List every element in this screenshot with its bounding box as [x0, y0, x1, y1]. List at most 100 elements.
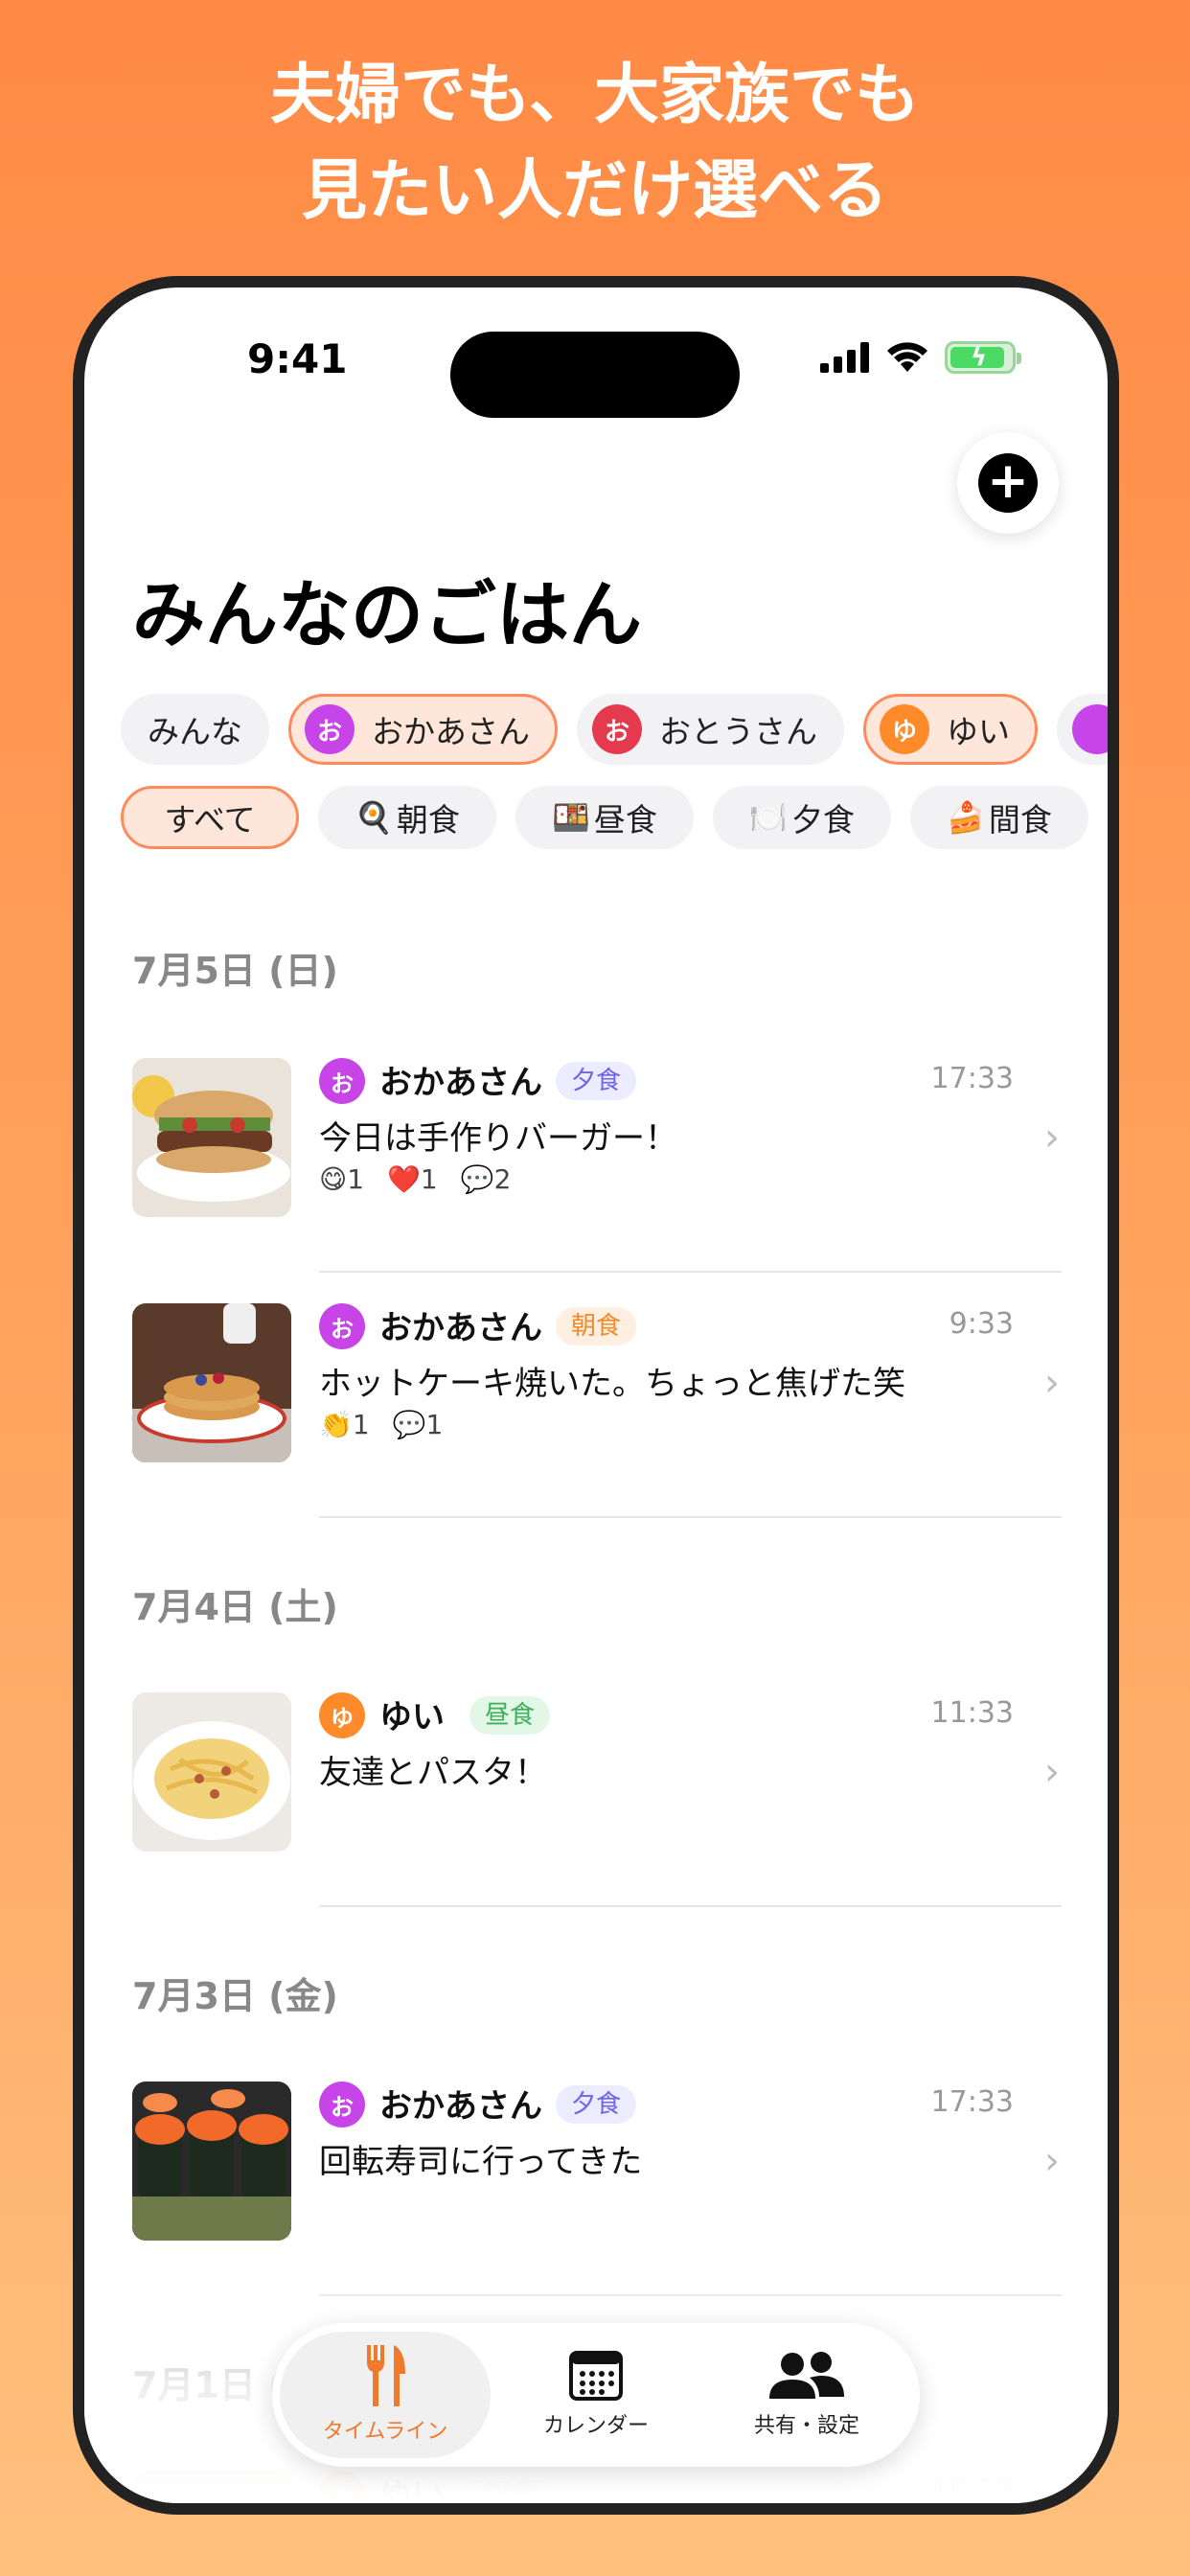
divider [319, 2294, 1062, 2296]
chip-label: みんな [148, 713, 242, 750]
post-text: 今日は手作りバーガー！ [319, 1119, 677, 1158]
timeline-post[interactable]: ゆ ゆい 間食 16:33 [132, 2471, 1062, 2503]
avatar [1072, 704, 1108, 754]
headline-line-2: 見たい人だけ選べる [301, 153, 888, 229]
filter-chip-more[interactable] [1057, 694, 1108, 765]
date-header: 7月1日 ( [132, 2364, 286, 2406]
add-post-button[interactable]: + [957, 432, 1059, 534]
avatar: ゆ [880, 704, 929, 754]
tab-share-settings[interactable]: 共有・設定 [701, 2332, 912, 2458]
post-author: ゆい [379, 1698, 445, 1736]
meal-badge: 昼食 [469, 1696, 551, 1735]
people-filter: みんな お おかあさん お おとうさん ゆ ゆい [121, 694, 1108, 765]
chip-label: 夕食 [790, 801, 855, 839]
tab-label: 共有・設定 [753, 2414, 859, 2438]
wifi-icon [887, 342, 927, 372]
divider [319, 1905, 1062, 1907]
post-text: 回転寿司に行ってきた [319, 2143, 643, 2181]
cellular-signal-icon [820, 342, 869, 373]
bento-icon: 🍱 [552, 799, 590, 836]
divider [319, 1271, 1062, 1273]
post-author: ゆい [379, 2476, 445, 2503]
timeline-post[interactable]: お おかあさん 朝食 9:33 ホットケーキ焼いた。ちょっと焦げた笑 👏1 💬1… [132, 1303, 1062, 1462]
fork-knife-icon [367, 2345, 405, 2406]
meal-chip-lunch[interactable]: 🍱 昼食 [515, 786, 694, 849]
meal-filter: すべて 🍳 朝食 🍱 昼食 🍽️ 夕食 🍰 間食 [121, 786, 1088, 849]
tab-label: カレンダー [542, 2414, 649, 2438]
timeline-post[interactable]: お おかあさん 夕食 17:33 回転寿司に行ってきた › [132, 2082, 1062, 2241]
chip-label: おかあさん [372, 713, 530, 750]
post-author: おかあさん [379, 1309, 542, 1347]
cake-icon: 🍰 [947, 799, 985, 836]
sushi-photo [132, 2082, 291, 2241]
chip-label: すべて [164, 801, 256, 839]
reactions: 😋1 ❤️1 💬2 [319, 1163, 511, 1195]
meal-chip-all[interactable]: すべて [121, 786, 299, 849]
avatar: ゆ [319, 2471, 365, 2503]
chip-label: ゆい [947, 713, 1010, 750]
chevron-right-icon: › [1044, 1750, 1060, 1794]
meal-chip-snack[interactable]: 🍰 間食 [910, 786, 1088, 849]
post-text: 友達とパスタ！ [319, 1754, 547, 1792]
post-time: 11:33 [930, 1696, 1014, 1730]
reaction-comment[interactable]: 💬2 [461, 1163, 512, 1195]
status-icons: ϟ [820, 341, 1021, 374]
tab-label: タイムライン [322, 2420, 448, 2444]
post-time: 16:33 [930, 2474, 1014, 2503]
filter-chip-yui[interactable]: ゆ ゆい [863, 694, 1038, 765]
divider [319, 1516, 1062, 1518]
burger-photo [132, 1058, 291, 1217]
page-title: みんなのごはん [132, 572, 642, 657]
snack-photo [132, 2471, 291, 2503]
chevron-right-icon: › [1044, 1361, 1060, 1405]
reaction-clap[interactable]: 👏1 [319, 1409, 370, 1440]
date-header: 7月3日 (金) [132, 1975, 338, 2017]
headline-line-1: 夫婦でも、大家族でも [270, 58, 920, 133]
tab-timeline[interactable]: タイムライン [280, 2332, 491, 2458]
post-time: 17:33 [930, 1062, 1014, 1095]
battery-charging-icon: ϟ [945, 341, 1021, 374]
reaction-heart[interactable]: ❤️1 [387, 1163, 438, 1195]
pancake-photo [132, 1303, 291, 1462]
filter-chip-everyone[interactable]: みんな [121, 694, 269, 765]
avatar: お [319, 1058, 365, 1104]
post-time: 17:33 [930, 2085, 1014, 2119]
avatar: お [592, 704, 642, 754]
filter-chip-mother[interactable]: お おかあさん [288, 694, 558, 765]
timeline-post[interactable]: ゆ ゆい 昼食 11:33 友達とパスタ！ › [132, 1692, 1062, 1852]
promo-headline: 夫婦でも、大家族でも 見たい人だけ選べる [0, 48, 1190, 240]
frying-pan-icon: 🍳 [355, 799, 393, 836]
reaction-yum[interactable]: 😋1 [319, 1163, 364, 1195]
phone-frame: 9:41 ϟ + みんなのごはん みんな お おかあさん お おとうさん ゆ ゆ… [73, 276, 1119, 2515]
chevron-right-icon: › [1044, 2139, 1060, 2183]
date-header: 7月4日 (土) [132, 1586, 338, 1628]
avatar: お [319, 2082, 365, 2128]
meal-badge: 間食 [469, 2474, 551, 2503]
meal-chip-breakfast[interactable]: 🍳 朝食 [318, 786, 496, 849]
meal-chip-dinner[interactable]: 🍽️ 夕食 [713, 786, 891, 849]
chip-label: 昼食 [593, 801, 657, 839]
post-author: おかあさん [379, 2087, 542, 2126]
avatar: お [305, 704, 355, 754]
app-screen: 9:41 ϟ + みんなのごはん みんな お おかあさん お おとうさん ゆ ゆ… [84, 288, 1108, 2503]
calendar-icon [569, 2351, 623, 2401]
filter-chip-father[interactable]: お おとうさん [577, 694, 844, 765]
reactions: 👏1 💬1 [319, 1409, 443, 1440]
dynamic-island [450, 332, 740, 418]
avatar: お [319, 1303, 365, 1349]
pasta-photo [132, 1692, 291, 1852]
plus-icon: + [978, 453, 1038, 513]
post-author: おかあさん [379, 1064, 542, 1102]
meal-badge: 夕食 [556, 1062, 637, 1100]
chip-label: 朝食 [396, 801, 460, 839]
plate-icon: 🍽️ [749, 799, 788, 836]
avatar: ゆ [319, 1692, 365, 1738]
tab-calendar[interactable]: カレンダー [491, 2332, 701, 2458]
people-icon [769, 2352, 844, 2399]
date-header: 7月5日 (日) [132, 950, 338, 992]
chip-label: おとうさん [659, 713, 817, 750]
timeline-post[interactable]: お おかあさん 夕食 17:33 今日は手作りバーガー！ 😋1 ❤️1 💬2 › [132, 1058, 1062, 1217]
reaction-comment[interactable]: 💬1 [393, 1409, 444, 1440]
meal-badge: 朝食 [556, 1307, 637, 1346]
chevron-right-icon: › [1044, 1116, 1060, 1160]
